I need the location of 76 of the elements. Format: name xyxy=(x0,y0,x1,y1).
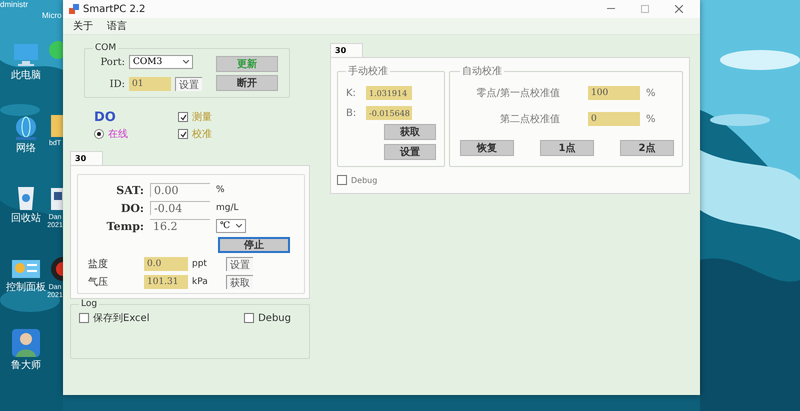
radio-button[interactable] xyxy=(94,129,104,139)
control-panel-icon[interactable] xyxy=(11,258,41,280)
group-title: 自动校准 xyxy=(461,64,503,78)
unit-label: % xyxy=(216,185,226,195)
dropdown-icon xyxy=(236,224,242,228)
calibration-button[interactable]: 2点 xyxy=(620,140,674,156)
checkbox[interactable] xyxy=(244,313,254,323)
set-button[interactable]: 设置 xyxy=(175,77,202,91)
stop-button[interactable]: 停止 xyxy=(218,237,290,253)
unit-label: kPa xyxy=(192,277,209,287)
unit-label: % xyxy=(646,114,656,124)
desktop-icon-label: dministr xyxy=(0,0,28,9)
param-label: 气压 xyxy=(88,276,109,289)
field-label: 零点/第一点校准值 xyxy=(476,86,560,100)
param-button[interactable]: 设置 xyxy=(226,257,253,271)
reading-label: DO: xyxy=(120,202,144,214)
calibration-button[interactable]: 1点 xyxy=(540,140,594,156)
desktop-icon-label: 网络 xyxy=(15,143,37,154)
disconnect-button[interactable]: 断开 xyxy=(216,74,278,90)
checkbox-label: Debug xyxy=(258,312,291,324)
menu-item[interactable]: 关于 xyxy=(73,19,93,33)
person-icon[interactable] xyxy=(11,328,41,358)
desktop-icon-label: 此电脑 xyxy=(10,70,42,81)
reading-field: 16.2 xyxy=(150,219,210,233)
unit-label: mg/L xyxy=(216,203,240,213)
checkbox-label: 测量 xyxy=(192,110,212,124)
desktop-icon-label: 控制面板 xyxy=(6,282,46,293)
app-icon xyxy=(69,4,79,14)
calibration-button[interactable]: 设置 xyxy=(384,144,436,160)
field-label: ID: xyxy=(108,78,125,90)
param-label: 盐度 xyxy=(88,258,109,271)
close-icon[interactable] xyxy=(675,5,683,13)
param-button[interactable]: 获取 xyxy=(226,275,253,289)
field-label: Port: xyxy=(99,56,125,68)
status-label: 在线 xyxy=(108,128,128,141)
field-label: B: xyxy=(346,108,358,118)
calibration-field[interactable]: 0 xyxy=(588,112,640,126)
id-field[interactable]: 01 xyxy=(129,77,171,91)
checkbox-label: Debug xyxy=(351,176,378,184)
group-title: COM xyxy=(94,43,118,53)
group-title: Log xyxy=(80,299,98,309)
field-label: 第二点校准值 xyxy=(499,112,560,126)
field-label: K: xyxy=(346,88,357,98)
reading-label: Temp: xyxy=(106,220,144,232)
menu-item[interactable]: 语言 xyxy=(107,19,127,33)
window-title: SmartPC 2.2 xyxy=(83,4,146,14)
calibration-field[interactable]: -0.015648 xyxy=(366,106,412,120)
checkbox[interactable] xyxy=(79,313,89,323)
calibration-field[interactable]: 100 xyxy=(588,86,640,100)
unit-select[interactable]: ℃ xyxy=(216,219,246,233)
device-title: DO xyxy=(94,110,117,125)
desktop-icon-label: 鲁大师 xyxy=(10,360,42,371)
unit-label: % xyxy=(646,88,656,98)
reading-label: SAT: xyxy=(115,184,144,196)
unit-label: ppt xyxy=(192,259,208,269)
checkbox[interactable] xyxy=(178,129,188,139)
tab[interactable]: 30 xyxy=(330,43,364,57)
checkbox[interactable] xyxy=(178,112,188,122)
checkbox-label: 保存到Excel xyxy=(93,312,150,325)
calibration-field[interactable]: 1.031914 xyxy=(366,86,412,100)
port-select[interactable]: COM3 xyxy=(129,55,193,69)
reading-field: 0.00 xyxy=(150,183,210,197)
param-field[interactable]: 0.0 xyxy=(144,257,188,271)
computer-icon[interactable] xyxy=(11,42,41,68)
tab[interactable]: 30 xyxy=(70,151,104,165)
calibration-button[interactable]: 获取 xyxy=(384,124,436,140)
checkbox-label: 校准 xyxy=(192,128,212,141)
dropdown-icon xyxy=(183,60,189,64)
reading-field: -0.04 xyxy=(150,201,210,215)
desktop-icon-label: 回收站 xyxy=(10,213,42,224)
checkbox[interactable] xyxy=(337,175,347,185)
group-title: 手动校准 xyxy=(347,64,389,78)
param-field[interactable]: 101.31 xyxy=(144,275,188,289)
desktop-icon-label: Micro xyxy=(42,11,62,20)
minimize-icon[interactable] xyxy=(607,8,615,10)
calibration-button[interactable]: 恢复 xyxy=(460,140,514,156)
